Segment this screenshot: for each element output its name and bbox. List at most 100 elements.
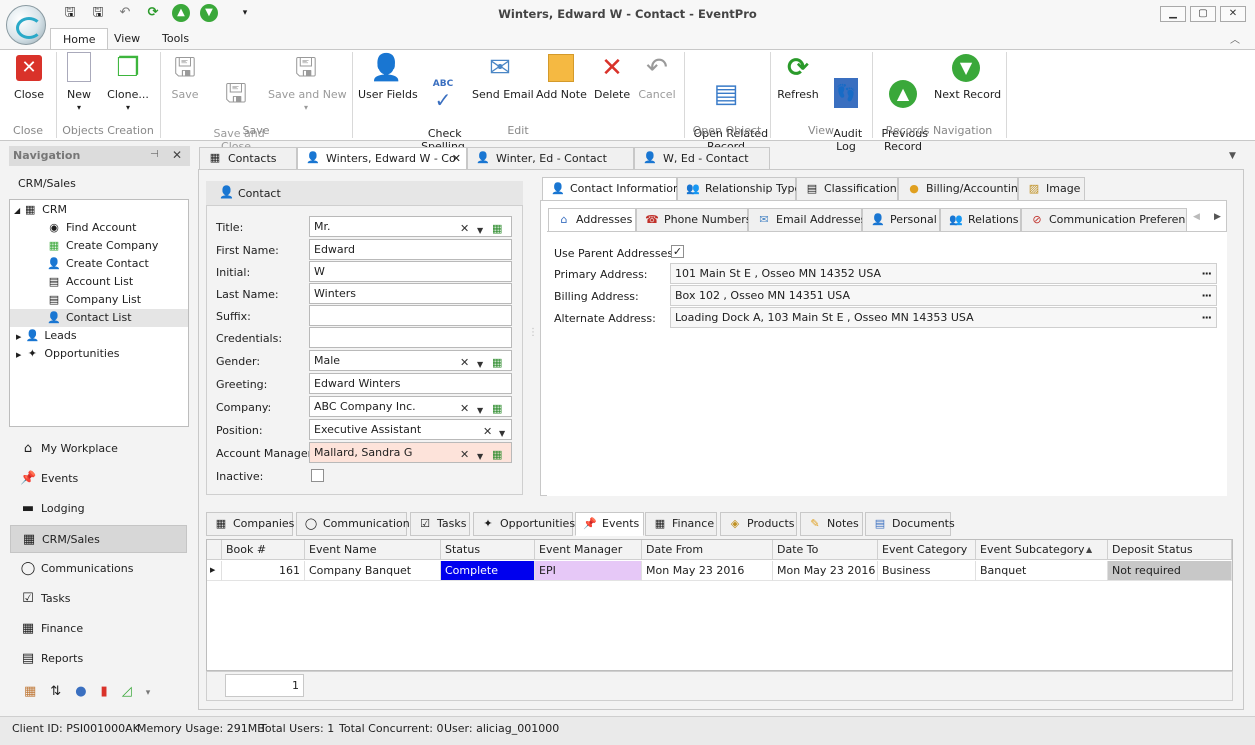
position-field[interactable]: Executive Assistant ✕ ▼ xyxy=(309,419,512,440)
more-shortcuts-icon[interactable]: ▾ xyxy=(146,688,165,698)
globe-shortcut-icon[interactable]: ● xyxy=(75,684,100,699)
tab-email-addresses[interactable]: ✉ Email Addresses xyxy=(748,208,866,232)
nav-tasks[interactable]: ☑ Tasks xyxy=(10,585,187,613)
clear-icon[interactable]: ✕ xyxy=(460,219,469,236)
nav-reports[interactable]: ▤ Reports xyxy=(10,645,187,673)
lookup-icon[interactable]: ▦ xyxy=(492,353,502,370)
minimize-button[interactable]: ▁ xyxy=(1160,6,1186,22)
credentials-field[interactable] xyxy=(309,327,512,348)
tab-list-icon[interactable]: ▼ xyxy=(1229,151,1236,161)
dropdown-icon[interactable]: ▼ xyxy=(499,424,505,439)
tree-node-leads[interactable]: ▶ 👤 Leads xyxy=(10,327,188,345)
tree-node-company-list[interactable]: ▤ Company List xyxy=(10,291,188,309)
user-fields-button[interactable]: 👤 User Fields xyxy=(358,52,418,101)
nav-events[interactable]: 📌 Events xyxy=(10,465,187,493)
app-logo[interactable] xyxy=(6,5,46,45)
collapse-ribbon-icon[interactable]: ︿ xyxy=(1230,31,1240,46)
nav-lodging[interactable]: ▬ Lodging xyxy=(10,495,187,523)
ellipsis-button[interactable]: ··· xyxy=(1201,286,1212,305)
refresh-button[interactable]: ⟳ Refresh xyxy=(776,52,820,101)
tab-notes[interactable]: ✎ Notes xyxy=(800,512,863,536)
gender-field[interactable]: Male ✕ ▼ ▦ xyxy=(309,350,512,371)
tree-node-find-account[interactable]: ◉ Find Account xyxy=(10,219,188,237)
cell-event-subcategory[interactable]: Banquet xyxy=(976,561,1108,581)
delete-button[interactable]: ✕ Delete xyxy=(594,52,630,101)
initial-field[interactable]: W xyxy=(309,261,512,282)
save-and-new-button[interactable]: 🖫 Save and New ▾ xyxy=(268,52,347,114)
tree-node-crm[interactable]: ◢ ▦ CRM xyxy=(10,201,188,219)
tab-classification[interactable]: ▤ Classification xyxy=(796,177,898,201)
tab-documents[interactable]: ▤ Documents xyxy=(865,512,955,536)
tab-addresses[interactable]: ⌂ Addresses xyxy=(548,208,636,232)
tree-node-create-contact[interactable]: 👤 Create Contact xyxy=(10,255,188,273)
tree-node-contact-list[interactable]: 👤 Contact List xyxy=(10,309,188,327)
grid-header-event-manager[interactable]: Event Manager xyxy=(535,540,642,560)
tab-relations[interactable]: 👥 Relations xyxy=(940,208,1021,232)
tree-node-account-list[interactable]: ▤ Account List xyxy=(10,273,188,291)
check-spelling-button[interactable]: ABC✓ Check Spelling xyxy=(420,52,466,153)
clear-icon[interactable]: ✕ xyxy=(460,399,469,416)
billing-address-field[interactable]: Box 102 , Osseo MN 14351 USA ··· xyxy=(670,285,1217,306)
sort-shortcut-icon[interactable]: ⇅ xyxy=(50,684,75,699)
alternate-address-field[interactable]: Loading Dock A, 103 Main St E , Osseo MN… xyxy=(670,307,1217,328)
cell-date-to[interactable]: Mon May 23 2016 xyxy=(773,561,878,581)
cell-deposit-status[interactable]: Not required xyxy=(1108,561,1232,581)
save-button[interactable]: 🖫 Save xyxy=(168,52,202,101)
close-button[interactable]: ✕ Close xyxy=(10,52,48,101)
dropdown-icon[interactable]: ▼ xyxy=(477,355,483,370)
tab-phone-numbers[interactable]: ☎ Phone Numbers xyxy=(636,208,752,232)
tab-communication-preferences[interactable]: ⊘Communication Preferences xyxy=(1021,208,1187,232)
tab-products[interactable]: ◈ Products xyxy=(720,512,797,536)
tree-node-opportunities[interactable]: ▶ ✦ Opportunities xyxy=(10,345,188,363)
inactive-checkbox[interactable] xyxy=(311,469,324,482)
greeting-field[interactable]: Edward Winters xyxy=(309,373,512,394)
ellipsis-button[interactable]: ··· xyxy=(1201,264,1212,283)
splitter-grip[interactable]: ⋮ xyxy=(528,328,538,338)
cell-event-category[interactable]: Business xyxy=(878,561,976,581)
doc-tab-winter-ed[interactable]: 👤 Winter, Ed - Contact xyxy=(467,147,634,170)
tab-billing-accounting[interactable]: ● Billing/Accounting xyxy=(898,177,1025,201)
ellipsis-button[interactable]: ··· xyxy=(1201,308,1212,327)
pin-icon[interactable]: ⊣ xyxy=(150,149,159,160)
title-field[interactable]: Mr. ✕ ▼ ▦ xyxy=(309,216,512,237)
open-related-record-button[interactable]: ▤ Open Related Record xyxy=(690,52,769,153)
audit-log-button[interactable]: 👣 Audit Log xyxy=(828,52,864,153)
maximize-button[interactable]: ▢ xyxy=(1190,6,1216,22)
lookup-icon[interactable]: ▦ xyxy=(492,445,502,462)
tab-image[interactable]: ▨ Image xyxy=(1018,177,1085,201)
next-record-button[interactable]: ▼ Next Record xyxy=(934,52,1001,101)
nav-my-workplace[interactable]: ⌂ My Workplace xyxy=(10,435,187,463)
lookup-icon[interactable]: ▦ xyxy=(492,219,502,236)
cell-status[interactable]: Complete xyxy=(441,561,535,581)
tab-home[interactable]: Home xyxy=(50,28,109,50)
primary-address-field[interactable]: 101 Main St E , Osseo MN 14352 USA ··· xyxy=(670,263,1217,284)
send-email-button[interactable]: ✉ Send Email xyxy=(472,52,534,101)
scroll-right-icon[interactable]: ▶ xyxy=(1214,212,1221,222)
grid-header-event-name[interactable]: Event Name xyxy=(305,540,441,560)
tab-tasks[interactable]: ☑ Tasks xyxy=(410,512,470,536)
tab-finance[interactable]: ▦ Finance xyxy=(645,512,717,536)
cell-event-manager[interactable]: EPI xyxy=(535,561,642,581)
first-name-field[interactable]: Edward xyxy=(309,239,512,260)
suffix-field[interactable] xyxy=(309,305,512,326)
grid-header-status[interactable]: Status xyxy=(441,540,535,560)
trend-shortcut-icon[interactable]: ◿ xyxy=(122,684,146,699)
last-name-field[interactable]: Winters xyxy=(309,283,512,304)
cancel-button[interactable]: ↶ Cancel xyxy=(638,52,676,101)
cell-event-name[interactable]: Company Banquet xyxy=(305,561,441,581)
clear-icon[interactable]: ✕ xyxy=(483,422,492,439)
tab-events[interactable]: 📌 Events xyxy=(575,512,644,536)
tab-companies[interactable]: ▦ Companies xyxy=(206,512,294,536)
clear-icon[interactable]: ✕ xyxy=(460,353,469,370)
nav-finance[interactable]: ▦ Finance xyxy=(10,615,187,643)
close-pane-icon[interactable]: ✕ xyxy=(172,148,182,162)
tab-opportunities[interactable]: ✦ Opportunities xyxy=(473,512,575,536)
doc-tab-winters-edward[interactable]: 👤 Winters, Edward W - Co ✕ xyxy=(297,147,467,170)
grid-header-date-from[interactable]: Date From xyxy=(642,540,773,560)
chart-shortcut-icon[interactable]: ▮ xyxy=(101,684,122,699)
account-manager-field[interactable]: Mallard, Sandra G ✕ ▼ ▦ xyxy=(309,442,512,463)
tab-personal[interactable]: 👤 Personal xyxy=(862,208,940,232)
clear-icon[interactable]: ✕ xyxy=(460,445,469,462)
lookup-icon[interactable]: ▦ xyxy=(492,399,502,416)
clone-button[interactable]: ❐ Clone... ▾ xyxy=(106,52,150,114)
